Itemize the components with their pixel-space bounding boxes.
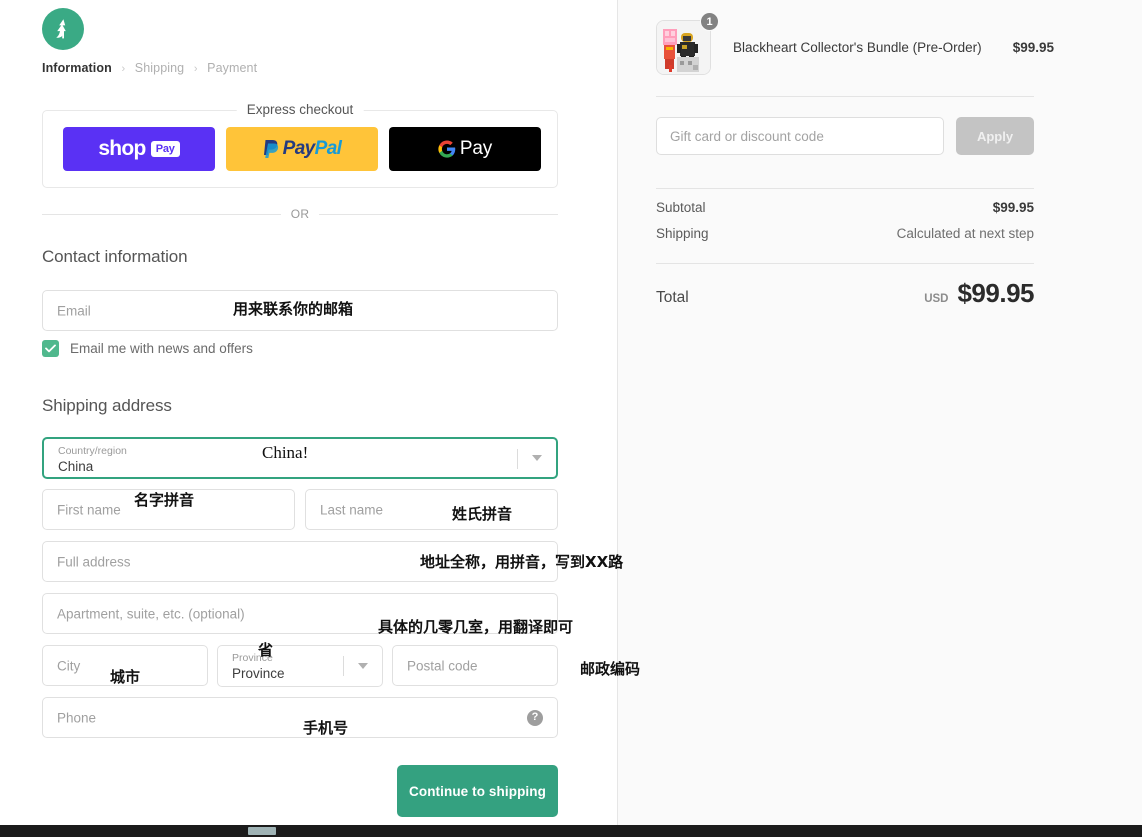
shop-pay-wordmark: shop (98, 137, 146, 160)
divider-line-left (42, 213, 281, 215)
divider-line-right (319, 213, 558, 215)
select-divider (517, 449, 518, 469)
google-g-icon (438, 140, 456, 158)
express-checkout-legend: Express checkout (236, 102, 364, 117)
country-region-label: Country/region (58, 445, 127, 457)
product-image (657, 21, 710, 74)
order-product-row: 1 Blackheart Collector's Bundle (Pre-Ord… (656, 12, 1054, 75)
apply-discount-button[interactable]: Apply (956, 117, 1034, 155)
paypal-text-pal: Pal (314, 138, 342, 159)
product-quantity-badge: 1 (700, 12, 719, 31)
province-label: Province (232, 652, 273, 664)
city-field[interactable]: City (42, 645, 208, 686)
discount-code-input[interactable] (656, 117, 944, 155)
breadcrumb-separator-icon: › (193, 63, 198, 75)
first-name-field[interactable]: First name (42, 489, 295, 530)
total-amount: $99.95 (957, 278, 1034, 308)
total-label: Total (656, 289, 689, 306)
discount-code-row: Apply (656, 117, 1034, 155)
phone-field[interactable]: Phone ? (42, 697, 558, 738)
product-thumbnail-wrapper: 1 (656, 12, 719, 75)
paypal-logo: Pay Pal (263, 138, 342, 160)
paypal-text-pay: Pay (282, 138, 316, 159)
scrollbar-thumb[interactable] (248, 827, 276, 835)
or-divider: OR (42, 207, 558, 221)
contact-information-title: Contact information (42, 247, 188, 266)
last-name-field[interactable]: Last name (305, 489, 558, 530)
chevron-down-icon[interactable] (532, 455, 542, 461)
postal-code-input[interactable] (393, 646, 557, 685)
google-pay-button[interactable]: Pay (389, 127, 541, 171)
google-pay-logo: Pay (438, 138, 492, 160)
product-name: Blackheart Collector's Bundle (Pre-Order… (733, 40, 982, 55)
breadcrumb-item-shipping[interactable]: Shipping (135, 61, 184, 75)
country-region-value: China (58, 459, 94, 474)
check-icon (45, 344, 56, 353)
pine-tree-icon (56, 19, 66, 39)
product-price: $99.95 (1012, 40, 1054, 55)
continue-to-shipping-button[interactable]: Continue to shipping (397, 765, 558, 817)
breadcrumb-item-payment[interactable]: Payment (207, 61, 257, 75)
email-input[interactable] (43, 291, 557, 330)
province-value: Province (232, 666, 285, 681)
postal-code-field[interactable]: Postal code (392, 645, 558, 686)
paypal-button[interactable]: Pay Pal (226, 127, 378, 171)
apartment-input[interactable] (43, 594, 557, 633)
total-row: Total USD $99.95 (656, 278, 1034, 309)
email-field[interactable]: Email (42, 290, 558, 331)
summary-divider (656, 263, 1034, 264)
full-address-field[interactable]: Full address (42, 541, 558, 582)
checkout-page: Information › Shipping › Payment Express… (0, 0, 1142, 837)
last-name-input[interactable] (306, 490, 557, 529)
province-select[interactable]: Province Province (217, 645, 383, 687)
breadcrumb: Information › Shipping › Payment (42, 61, 257, 75)
first-name-input[interactable] (43, 490, 294, 529)
store-logo[interactable] (42, 8, 84, 50)
checkout-form-column: Information › Shipping › Payment Express… (0, 0, 640, 825)
total-currency: USD (924, 293, 949, 305)
country-region-select[interactable]: Country/region China (42, 437, 558, 479)
breadcrumb-separator-icon: › (121, 63, 126, 75)
express-checkout-section: Express checkout shop Pay Pay Pal Pay (42, 102, 558, 188)
newsletter-checkbox[interactable] (42, 340, 59, 357)
subtotal-row: Subtotal $99.95 (656, 200, 1034, 215)
phone-input[interactable] (43, 698, 557, 737)
subtotal-label: Subtotal (656, 200, 706, 215)
total-value-group: USD $99.95 (924, 278, 1034, 309)
shipping-row: Shipping Calculated at next step (656, 226, 1034, 241)
full-address-input[interactable] (43, 542, 557, 581)
shop-pay-button[interactable]: shop Pay (63, 127, 215, 171)
select-divider (343, 656, 344, 676)
shop-pay-badge: Pay (150, 141, 180, 157)
shipping-address-title: Shipping address (42, 396, 172, 415)
google-pay-text: Pay (459, 138, 493, 159)
question-mark-icon[interactable]: ? (527, 709, 543, 726)
newsletter-checkbox-label: Email me with news and offers (70, 341, 253, 356)
apartment-field[interactable]: Apartment, suite, etc. (optional) (42, 593, 558, 634)
shipping-label: Shipping (656, 226, 709, 241)
city-input[interactable] (43, 646, 207, 685)
chevron-down-icon[interactable] (358, 663, 368, 669)
newsletter-checkbox-row[interactable]: Email me with news and offers (42, 340, 253, 357)
or-label: OR (290, 207, 310, 221)
paypal-p-icon (263, 140, 278, 158)
summary-divider (656, 96, 1034, 97)
horizontal-scrollbar[interactable] (0, 825, 1142, 837)
shipping-value: Calculated at next step (896, 226, 1034, 241)
subtotal-value: $99.95 (992, 200, 1034, 215)
summary-divider (656, 188, 1034, 189)
breadcrumb-item-information[interactable]: Information (42, 61, 112, 75)
express-checkout-buttons: shop Pay Pay Pal Pay (63, 127, 541, 171)
